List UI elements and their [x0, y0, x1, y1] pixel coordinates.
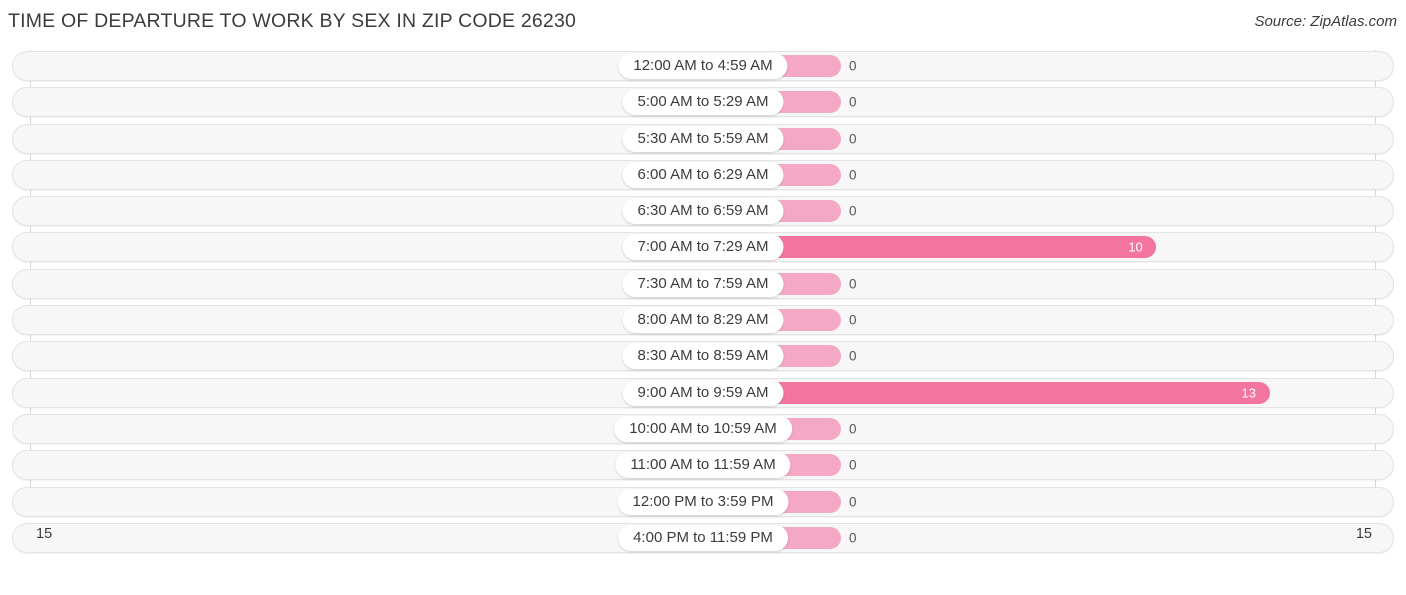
table-row[interactable]: 008:30 AM to 8:59 AM	[12, 341, 1394, 372]
row-category-label: 12:00 PM to 3:59 PM	[617, 488, 789, 515]
bar-value-female: 0	[849, 494, 857, 510]
bar-value-female: 0	[849, 312, 857, 328]
table-row[interactable]: 0012:00 PM to 3:59 PM	[12, 486, 1394, 517]
source-attribution: Source: ZipAtlas.com	[1254, 13, 1397, 30]
bar-row-list: 0 0 12:00 AM to 4:59 AM 0 0 5:00 AM to 5:29 A…	[12, 51, 1394, 559]
bar-value-female: 0	[849, 58, 857, 74]
row-category-label: 6:30 AM to 6:59 AM	[622, 198, 784, 225]
bar-female[interactable]	[779, 236, 1157, 259]
table-row[interactable]: 0139:00 AM to 9:59 AM	[12, 377, 1394, 408]
page-title: TIME OF DEPARTURE TO WORK BY SEX IN ZIP …	[8, 10, 577, 32]
table-row[interactable]: 0010:00 AM to 10:59 AM	[12, 413, 1394, 444]
chart-header: TIME OF DEPARTURE TO WORK BY SEX IN ZIP …	[0, 0, 1406, 44]
bar-female[interactable]	[779, 55, 841, 77]
table-row[interactable]: 0107:00 AM to 7:29 AM	[12, 232, 1394, 263]
table-row[interactable]: 005:00 AM to 5:29 AM	[12, 87, 1394, 118]
row-category-label: 10:00 AM to 10:59 AM	[614, 415, 792, 442]
bar-value-female: 0	[849, 131, 857, 147]
bar-female[interactable]	[779, 381, 1270, 404]
row-category-label: 8:30 AM to 8:59 AM	[622, 343, 784, 370]
bar-value-female: 13	[1241, 385, 1256, 401]
chart-page: TIME OF DEPARTURE TO WORK BY SEX IN ZIP …	[0, 0, 1406, 595]
table-row[interactable]: 0012:00 AM to 4:59 AM	[12, 51, 1394, 81]
row-category-label: 7:30 AM to 7:59 AM	[622, 270, 784, 297]
table-row[interactable]: 008:00 AM to 8:29 AM	[12, 305, 1394, 336]
row-category-label: 5:30 AM to 5:59 AM	[622, 125, 784, 152]
bar-female[interactable]	[779, 345, 841, 368]
plot-area: 0 0 12:00 AM to 4:59 AM 0 0 5:00 AM to 5:29 A…	[0, 44, 1406, 554]
bar-female[interactable]	[779, 272, 841, 295]
table-row[interactable]: 006:30 AM to 6:59 AM	[12, 196, 1394, 227]
row-category-label: 12:00 AM to 4:59 AM	[618, 53, 788, 79]
row-category-label: 6:00 AM to 6:29 AM	[622, 161, 784, 188]
bar-female[interactable]	[779, 309, 841, 332]
table-row[interactable]: 006:00 AM to 6:29 AM	[12, 159, 1394, 190]
bar-value-female: 0	[849, 94, 857, 110]
bar-female[interactable]	[779, 163, 841, 186]
bar-value-female: 10	[1128, 239, 1143, 255]
row-category-label: 11:00 AM to 11:59 AM	[615, 452, 791, 479]
bar-female[interactable]	[779, 91, 841, 114]
row-category-label: 4:00 PM to 11:59 PM	[618, 524, 788, 551]
table-row[interactable]: 007:30 AM to 7:59 AM	[12, 268, 1394, 299]
bar-value-female: 0	[849, 457, 857, 473]
bar-value-female: 0	[849, 203, 857, 219]
row-category-label: 9:00 AM to 9:59 AM	[622, 379, 784, 406]
table-row[interactable]: 0011:00 AM to 11:59 AM	[12, 450, 1394, 481]
bar-female[interactable]	[779, 200, 841, 223]
bar-female[interactable]	[779, 127, 841, 150]
row-category-label: 8:00 AM to 8:29 AM	[622, 307, 784, 334]
row-category-label: 7:00 AM to 7:29 AM	[622, 234, 784, 261]
bar-value-female: 0	[849, 421, 857, 437]
bar-value-female: 0	[849, 348, 857, 364]
row-category-label: 5:00 AM to 5:29 AM	[622, 89, 784, 116]
bar-value-female: 0	[849, 276, 857, 292]
table-row[interactable]: 005:30 AM to 5:59 AM	[12, 123, 1394, 154]
bar-value-female: 0	[849, 167, 857, 183]
